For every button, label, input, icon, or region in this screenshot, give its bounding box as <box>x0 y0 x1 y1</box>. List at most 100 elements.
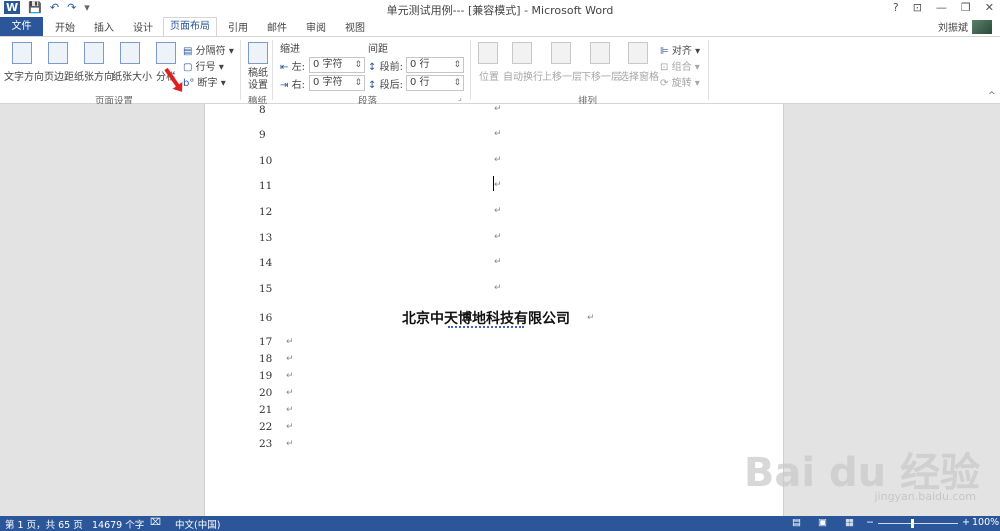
bring-forward-icon <box>551 42 571 64</box>
spacing-before-input[interactable]: 0 行 <box>406 57 464 73</box>
spacing-after-label: ↕ 段后: <box>368 80 403 91</box>
orientation-icon <box>84 42 104 64</box>
zoom-level[interactable]: 100% <box>972 517 999 528</box>
line-number: 20 <box>259 387 273 399</box>
tab-view[interactable]: 视图 <box>345 19 365 34</box>
indent-header: 缩进 <box>280 44 300 55</box>
align-icon: ⊫ <box>660 46 669 57</box>
zoom-in-icon[interactable]: + <box>962 517 970 528</box>
send-backward-button[interactable]: 下移一层 <box>581 68 621 83</box>
group-separator <box>240 40 241 100</box>
draft-settings-icon <box>248 42 268 64</box>
paragraph-mark: ↵ <box>494 283 502 293</box>
tab-mailings[interactable]: 邮件 <box>267 19 287 34</box>
wrap-text-icon <box>512 42 532 64</box>
paragraph-mark: ↵ <box>494 155 502 165</box>
spacing-header: 间距 <box>368 44 388 55</box>
web-layout-icon[interactable]: ▦ <box>845 517 854 528</box>
paragraph-launcher-icon[interactable]: ⌟ <box>458 93 462 102</box>
position-button[interactable]: 位置 <box>479 68 499 83</box>
spelling-underline <box>448 326 524 328</box>
line-number: 10 <box>259 155 273 167</box>
margins-button[interactable]: 页边距 <box>44 68 74 83</box>
restore-icon[interactable]: ❐ <box>961 1 971 14</box>
ribbon-display-icon[interactable]: ⊡ <box>913 1 922 14</box>
zoom-out-icon[interactable]: − <box>866 517 874 528</box>
line-number: 18 <box>259 353 273 365</box>
paragraph-mark: ↵ <box>494 129 502 139</box>
breaks-button[interactable]: ▤ 分隔符 ▾ <box>183 42 234 57</box>
group-icon: ⊡ <box>660 62 669 73</box>
tab-home[interactable]: 开始 <box>55 19 75 34</box>
line-numbers-button[interactable]: ▢ 行号 ▾ <box>183 58 224 73</box>
line-number: 11 <box>259 180 273 192</box>
bring-forward-button[interactable]: 上移一层 <box>542 68 582 83</box>
columns-icon <box>156 42 176 64</box>
paragraph-mark: ↵ <box>286 371 294 381</box>
paragraph-mark: ↵ <box>286 354 294 364</box>
line-numbers-icon: ▢ <box>183 62 193 73</box>
paragraph-mark: ↵ <box>286 337 294 347</box>
zoom-slider-thumb[interactable] <box>911 519 914 528</box>
position-icon <box>478 42 498 64</box>
tab-page-layout[interactable]: 页面布局 <box>163 17 217 37</box>
indent-right-label: ⇥ 右: <box>280 80 305 91</box>
spacing-before-label: ↕ 段前: <box>368 62 403 73</box>
selection-pane-icon <box>628 42 648 64</box>
group-button[interactable]: ⊡ 组合 ▾ <box>660 58 700 73</box>
group-separator <box>708 40 709 100</box>
ribbon-tabs: 文件 开始 插入 设计 页面布局 引用 邮件 审阅 视图 刘振斌 <box>0 17 1000 37</box>
group-separator <box>272 40 273 100</box>
word-count[interactable]: 14679 个字 <box>92 517 144 531</box>
line-number: 13 <box>259 232 273 244</box>
send-backward-icon <box>590 42 610 64</box>
paragraph-mark: ↵ <box>286 388 294 398</box>
indent-right-icon: ⇥ <box>280 80 289 91</box>
company-name-text: 北京中天博地科技有限公司 <box>402 311 570 327</box>
indent-left-input[interactable]: 0 字符 <box>309 57 365 73</box>
spacing-before-icon: ↕ <box>368 62 377 73</box>
spacing-after-input[interactable]: 0 行 <box>406 75 464 91</box>
line-number: 8 <box>259 104 266 116</box>
tab-references[interactable]: 引用 <box>228 19 248 34</box>
line-number: 16 <box>259 312 273 324</box>
title-bar: W 💾 ↶ ↷ ▾ 单元测试用例--- [兼容模式] - Microsoft W… <box>0 0 1000 17</box>
minimize-icon[interactable]: — <box>936 1 947 14</box>
print-layout-icon[interactable]: ▣ <box>818 517 827 528</box>
paragraph-mark: ↵ <box>494 104 502 114</box>
line-number: 15 <box>259 283 273 295</box>
paragraph-mark: ↵ <box>494 232 502 242</box>
indent-left-icon: ⇤ <box>280 62 289 73</box>
proofing-icon[interactable]: ⌧ <box>150 517 161 528</box>
paragraph-mark: ↵ <box>494 206 502 216</box>
tab-design[interactable]: 设计 <box>133 19 153 34</box>
group-separator <box>470 40 471 100</box>
tab-review[interactable]: 审阅 <box>306 19 326 34</box>
user-account[interactable]: 刘振斌 <box>938 19 992 34</box>
orientation-button[interactable]: 纸张方向 <box>74 68 114 83</box>
text-direction-icon <box>12 42 32 64</box>
size-button[interactable]: 纸张大小 <box>112 68 152 83</box>
text-direction-button[interactable]: 文字方向 <box>4 68 44 83</box>
help-icon[interactable]: ? <box>893 1 899 14</box>
indent-right-input[interactable]: 0 字符 <box>309 75 365 91</box>
paragraph-mark: ↵ <box>494 180 502 190</box>
collapse-ribbon-icon[interactable]: ^ <box>988 91 996 101</box>
tab-file[interactable]: 文件 <box>0 17 43 36</box>
user-name: 刘振斌 <box>938 23 968 34</box>
hyphenation-button[interactable]: b° 断字 ▾ <box>183 74 226 89</box>
align-button[interactable]: ⊫ 对齐 ▾ <box>660 42 700 57</box>
language-indicator[interactable]: 中文(中国) <box>175 517 220 531</box>
draft-settings-button[interactable]: 稿纸设置 <box>248 68 270 92</box>
selection-pane-button[interactable]: 选择窗格 <box>619 68 659 83</box>
page-count[interactable]: 第 1 页，共 65 页 <box>5 517 83 531</box>
breaks-icon: ▤ <box>183 46 193 57</box>
close-icon[interactable]: ✕ <box>985 1 994 14</box>
paragraph-mark: ↵ <box>494 257 502 267</box>
wrap-text-button[interactable]: 自动换行 <box>503 68 543 83</box>
zoom-slider[interactable] <box>878 523 958 524</box>
paragraph-mark: ↵ <box>286 422 294 432</box>
read-mode-icon[interactable]: ▤ <box>792 517 801 528</box>
tab-insert[interactable]: 插入 <box>94 19 114 34</box>
rotate-button[interactable]: ⟳ 旋转 ▾ <box>660 74 700 89</box>
